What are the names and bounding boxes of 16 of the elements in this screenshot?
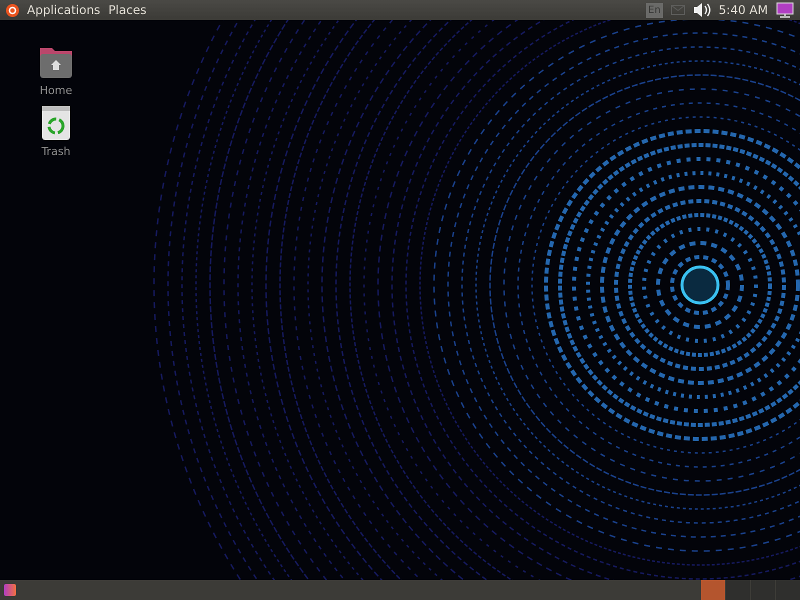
monitor-icon[interactable] xyxy=(776,2,794,18)
clock[interactable]: 5:40 AM xyxy=(718,3,768,17)
workspace-switcher-cell[interactable] xyxy=(700,580,725,600)
logo-icon[interactable] xyxy=(6,4,19,16)
workspace-switcher-cell[interactable] xyxy=(725,580,750,600)
desktop-icon-label[interactable]: Home xyxy=(40,84,72,97)
workspace-switcher-cell[interactable] xyxy=(775,580,800,600)
trash-icon[interactable] xyxy=(41,105,71,141)
home-folder-icon[interactable] xyxy=(38,46,74,80)
panel-menu[interactable]: Places xyxy=(108,3,146,17)
workspace-switcher-cell[interactable] xyxy=(750,580,775,600)
desktop-icon-label[interactable]: Trash xyxy=(41,145,71,158)
envelope-icon[interactable] xyxy=(670,5,685,15)
show-desktop-icon[interactable] xyxy=(4,584,16,596)
volume-icon[interactable] xyxy=(692,3,711,17)
panel-menu[interactable]: Applications xyxy=(27,3,100,17)
